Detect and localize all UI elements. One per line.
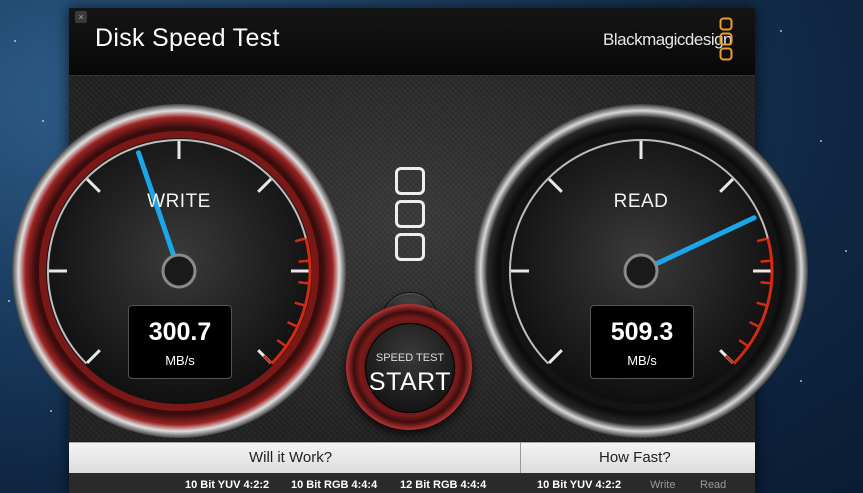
results-header: Will it Work? How Fast? [69, 442, 755, 473]
read-readout: 509.3 MB/s [590, 305, 694, 379]
read-speed-unit: MB/s [627, 353, 657, 368]
will-it-work-col-3: 12 Bit RGB 4:4:4 [400, 479, 487, 491]
start-button-face: SPEED TEST START [365, 323, 455, 413]
how-fast-col-read: Read [700, 479, 727, 491]
write-label: WRITE [147, 191, 211, 212]
star [820, 140, 822, 142]
start-label: START [368, 368, 452, 396]
star [8, 300, 10, 302]
redline-tick [760, 281, 771, 285]
read-speed-value: 509.3 [610, 318, 674, 346]
write-speed-value: 300.7 [148, 318, 212, 346]
write-readout: 300.7 MB/s [128, 305, 232, 379]
write-speed-unit: MB/s [165, 353, 195, 368]
speed-test-label: SPEED TEST [375, 352, 445, 364]
read-gauge: READ 509.3 MB/s [473, 103, 809, 439]
blackmagic-logo-icon [719, 17, 733, 61]
start-button[interactable]: SPEED TEST START [346, 304, 472, 430]
write-gauge-hub [161, 253, 197, 289]
disk-speed-test-window: × Disk Speed Test Blackmagicdesign WRITE… [12, 8, 808, 493]
redline-tick [298, 281, 309, 285]
will-it-work-col-1: 10 Bit YUV 4:2:2 [185, 479, 270, 491]
close-button[interactable]: × [75, 11, 87, 23]
gauge-panel: WRITE 300.7 MB/s SPEED TEST START READ 5… [12, 76, 808, 441]
blackmagic-center-logo-icon [395, 167, 425, 266]
title-bar: × Disk Speed Test Blackmagicdesign [69, 8, 755, 76]
star [14, 40, 16, 42]
brand-name: Blackmagicdesign [603, 30, 733, 49]
star [780, 30, 782, 32]
results-column-headers: 10 Bit YUV 4:2:2 10 Bit RGB 4:4:4 12 Bit… [69, 473, 755, 493]
write-gauge-dial [12, 104, 346, 438]
redline-tick [760, 259, 771, 263]
how-fast-col-1: 10 Bit YUV 4:2:2 [537, 479, 622, 491]
how-fast-col-write: Write [650, 479, 676, 491]
read-gauge-hub [623, 253, 659, 289]
write-gauge: WRITE 300.7 MB/s [11, 103, 347, 439]
will-it-work-title: Will it Work? [249, 449, 333, 466]
how-fast-title: How Fast? [599, 449, 671, 466]
read-label: READ [613, 191, 669, 212]
will-it-work-col-2: 10 Bit RGB 4:4:4 [291, 479, 378, 491]
read-gauge-dial [474, 104, 808, 438]
redline-tick [298, 259, 309, 263]
star [845, 250, 847, 252]
app-title: Disk Speed Test [95, 24, 280, 52]
